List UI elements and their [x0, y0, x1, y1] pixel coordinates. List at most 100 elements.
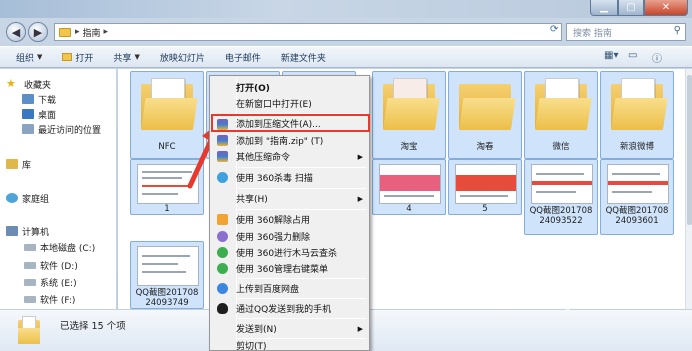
search-placeholder: 搜索 指南 — [573, 28, 612, 39]
image-thumbnail — [379, 164, 441, 204]
slideshow-button[interactable]: 放映幻灯片 — [150, 51, 215, 64]
folder-icon — [18, 316, 40, 344]
folder-icon — [459, 78, 516, 130]
nav-homegroup[interactable]: 家庭组 — [6, 191, 49, 205]
menu-360-force-delete[interactable]: 使用 360强力删除 — [212, 228, 367, 245]
nav-drive-c[interactable]: 本地磁盘 (C:) — [24, 240, 95, 254]
drive-icon — [24, 295, 36, 303]
open-button[interactable]: 打开 — [52, 51, 103, 64]
help-icon[interactable]: ⓘ — [652, 50, 662, 65]
explorer-window: ▁ ▢ ✕ ◀ ▶ ▸ 指南 ▸ ⟳ 搜索 指南 ⚲ 组织 ▼ 打开 共享 ▼ 放映… — [0, 0, 692, 351]
search-input[interactable]: 搜索 指南 ⚲ — [566, 23, 686, 41]
drive-icon — [24, 278, 36, 286]
nav-favorites[interactable]: ★ 收藏夹 — [6, 77, 51, 91]
baidu-cloud-icon — [217, 283, 228, 294]
nav-libraries[interactable]: 库 — [6, 157, 31, 171]
refresh-icon[interactable]: ⟳ — [550, 24, 562, 40]
menu-add-to-archive[interactable]: 添加到压缩文件(A)... — [211, 114, 370, 132]
360-shield-icon — [217, 247, 228, 258]
qq-penguin-icon — [217, 303, 228, 314]
submenu-arrow-icon: ▶ — [357, 324, 363, 333]
preview-pane-icon[interactable]: ▭ — [628, 50, 637, 61]
image-thumbnail — [607, 164, 669, 204]
back-arrow-icon: ◀ — [11, 25, 21, 39]
360-shredder-icon — [217, 231, 228, 242]
chevron-down-icon: ▼ — [134, 53, 140, 61]
view-options-icon[interactable]: ▦▾ — [604, 50, 618, 61]
file-4[interactable]: 4 — [372, 159, 446, 215]
close-button[interactable]: ✕ — [644, 0, 688, 16]
menu-qq-send[interactable]: 通过QQ发送到我的手机 — [212, 300, 367, 317]
desktop-icon — [22, 109, 34, 119]
folder-icon — [59, 27, 71, 37]
nav-drive-d[interactable]: 软件 (D:) — [24, 258, 78, 272]
address-sep: ▸ — [75, 27, 80, 37]
back-button[interactable]: ◀ — [6, 22, 26, 42]
folder-icon — [383, 78, 440, 130]
share-button[interactable]: 共享 ▼ — [103, 51, 149, 64]
command-bar: 组织 ▼ 打开 共享 ▼ 放映幻灯片 电子邮件 新建文件夹 — [0, 46, 692, 68]
folder-weixin[interactable]: 微信 — [524, 71, 598, 159]
selection-count: 已选择 15 个项 — [60, 321, 126, 332]
nav-downloads[interactable]: 下载 — [22, 92, 56, 106]
star-icon: ★ — [6, 77, 16, 90]
submenu-arrow-icon: ▶ — [357, 194, 363, 203]
folder-taochun[interactable]: 淘春 — [448, 71, 522, 159]
computer-icon — [6, 226, 18, 236]
360-antivirus-icon — [217, 172, 228, 183]
context-menu: 打开(O) 在新窗口中打开(E) 添加到压缩文件(A)... 添加到 "指南.z… — [209, 75, 370, 351]
winrar-icon — [217, 119, 228, 130]
organize-button[interactable]: 组织 ▼ — [0, 51, 52, 64]
file-qq-3601[interactable]: QQ截图20170824093601 — [600, 159, 674, 235]
homegroup-icon — [6, 193, 18, 203]
sogou-watermark: 搜狗指南 zhinan.sogou.com — [510, 262, 690, 322]
folder-weibo[interactable]: 新浪微博 — [600, 71, 674, 159]
menu-share[interactable]: 共享(H) ▶ — [212, 190, 367, 207]
title-bar — [0, 0, 692, 18]
drive-icon — [24, 261, 36, 269]
360-unlock-icon — [217, 214, 228, 225]
scrollbar-thumb[interactable] — [687, 75, 692, 225]
address-segment[interactable]: 指南 — [83, 26, 101, 39]
forward-button[interactable]: ▶ — [28, 22, 48, 42]
file-5[interactable]: 5 — [448, 159, 522, 215]
nav-desktop[interactable]: 桌面 — [22, 107, 56, 121]
folder-taobao[interactable]: 淘宝 — [372, 71, 446, 159]
menu-add-to-zip[interactable]: 添加到 "指南.zip" (T) — [212, 132, 367, 149]
drive-icon — [24, 243, 36, 251]
submenu-arrow-icon: ▶ — [357, 152, 363, 161]
menu-360-cloud-scan[interactable]: 使用 360进行木马云查杀 — [212, 244, 367, 261]
address-bar[interactable]: ▸ 指南 ▸ — [54, 23, 562, 41]
menu-360-scan[interactable]: 使用 360杀毒 扫描 — [212, 169, 367, 186]
menu-cut[interactable]: 剪切(T) — [212, 339, 367, 351]
forward-arrow-icon: ▶ — [33, 25, 43, 39]
menu-open-new-window[interactable]: 在新窗口中打开(E) — [212, 95, 367, 112]
sogou-logo-icon — [510, 262, 538, 290]
minimize-button[interactable]: ▁ — [590, 0, 618, 16]
menu-360-unlock[interactable]: 使用 360解除占用 — [212, 211, 367, 228]
menu-open[interactable]: 打开(O) — [212, 79, 367, 96]
address-sep-2: ▸ — [103, 27, 109, 37]
image-thumbnail — [137, 246, 199, 286]
360-shield-icon — [217, 263, 228, 274]
maximize-button[interactable]: ▢ — [618, 0, 644, 16]
open-icon — [62, 53, 73, 61]
file-qq-3749[interactable]: QQ截图20170824093749 — [130, 241, 204, 309]
menu-other-compress[interactable]: 其他压缩命令 ▶ — [212, 148, 367, 165]
nav-computer[interactable]: 计算机 — [6, 224, 49, 238]
library-icon — [6, 159, 18, 169]
email-button[interactable]: 电子邮件 — [215, 51, 271, 64]
navigation-pane: ★ 收藏夹 下载 桌面 最近访问的位置 库 家庭组 计算机 本地磁盘 (C:) 软… — [0, 69, 117, 309]
nav-recent[interactable]: 最近访问的位置 — [22, 122, 101, 136]
nav-drive-e[interactable]: 系统 (E:) — [24, 275, 77, 289]
search-icon: ⚲ — [673, 25, 681, 36]
winrar-icon — [217, 151, 228, 162]
new-folder-button[interactable]: 新建文件夹 — [271, 51, 336, 64]
chevron-down-icon: ▼ — [37, 53, 43, 61]
nav-drive-f[interactable]: 软件 (F:) — [24, 292, 75, 306]
file-qq-3522[interactable]: QQ截图20170824093522 — [524, 159, 598, 235]
menu-baidu-upload[interactable]: 上传到百度网盘 — [212, 280, 367, 297]
folder-icon — [611, 78, 668, 130]
menu-360-context-manager[interactable]: 使用 360管理右键菜单 — [212, 260, 367, 277]
menu-send-to[interactable]: 发送到(N) ▶ — [212, 320, 367, 337]
